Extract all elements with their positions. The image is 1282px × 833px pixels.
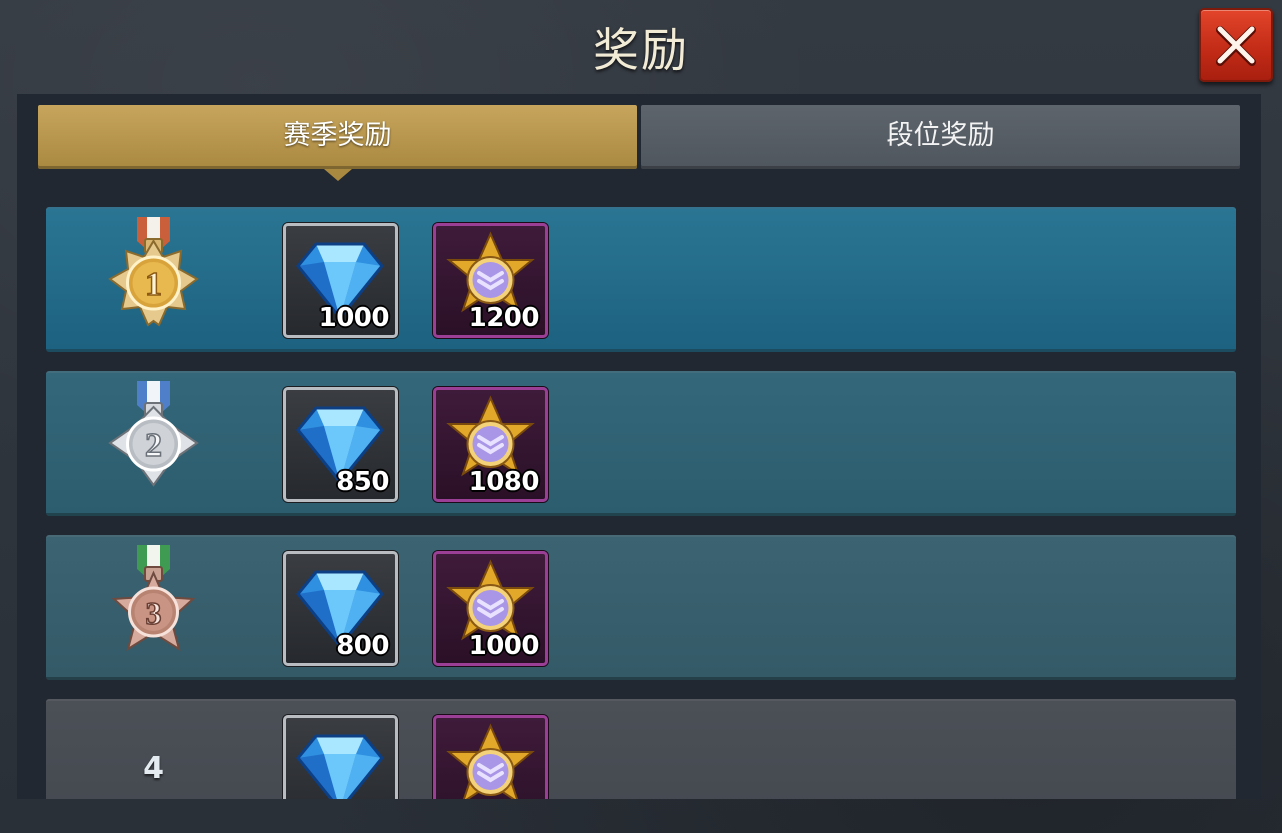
reward-row-rank-4: 4 (46, 699, 1236, 799)
bronze-medal-3-icon: 3 (111, 545, 196, 652)
tab-season-label: 赛季奖励 (283, 120, 392, 151)
active-tab-pointer (324, 169, 352, 181)
blue-diamond-icon (296, 734, 384, 799)
rank-number: 4 (143, 751, 164, 786)
silver-medal-2-icon: 2 (108, 381, 199, 487)
medal-reward-slot[interactable] (433, 715, 548, 799)
star-badge-icon (446, 723, 535, 799)
medal-quantity: 1000 (468, 631, 540, 661)
reward-panel: 赛季奖励 段位奖励 1 1000 1200 2 850 1080 3 800 1… (17, 94, 1261, 799)
gem-reward-slot[interactable]: 850 (283, 387, 398, 502)
gem-quantity: 1000 (318, 303, 390, 333)
svg-text:1: 1 (145, 266, 162, 303)
reward-window: 奖励 赛季奖励 段位奖励 1 1000 1200 2 850 1080 3 80… (0, 0, 1282, 833)
medal-reward-slot[interactable]: 1000 (433, 551, 548, 666)
gem-reward-slot[interactable]: 1000 (283, 223, 398, 338)
gold-medal-1-icon: 1 (108, 217, 199, 327)
reward-row-rank-2: 2 850 1080 (46, 371, 1236, 516)
close-button[interactable] (1199, 8, 1273, 82)
medal-quantity: 1200 (468, 303, 540, 333)
gem-reward-slot[interactable] (283, 715, 398, 799)
gem-quantity: 850 (336, 467, 389, 497)
medal-quantity: 1080 (468, 467, 540, 497)
gem-quantity: 800 (336, 631, 389, 661)
reward-row-rank-1: 1 1000 1200 (46, 207, 1236, 352)
reward-row-rank-3: 3 800 1000 (46, 535, 1236, 680)
gem-reward-slot[interactable]: 800 (283, 551, 398, 666)
window-title: 奖励 (593, 23, 689, 77)
medal-reward-slot[interactable]: 1200 (433, 223, 548, 338)
tab-season-rewards[interactable]: 赛季奖励 (38, 105, 637, 169)
tab-rank-label: 段位奖励 (886, 120, 995, 151)
medal-reward-slot[interactable]: 1080 (433, 387, 548, 502)
close-x-icon (1216, 26, 1256, 66)
tab-rank-rewards[interactable]: 段位奖励 (641, 105, 1240, 169)
svg-text:2: 2 (145, 427, 162, 464)
svg-text:3: 3 (146, 595, 162, 631)
